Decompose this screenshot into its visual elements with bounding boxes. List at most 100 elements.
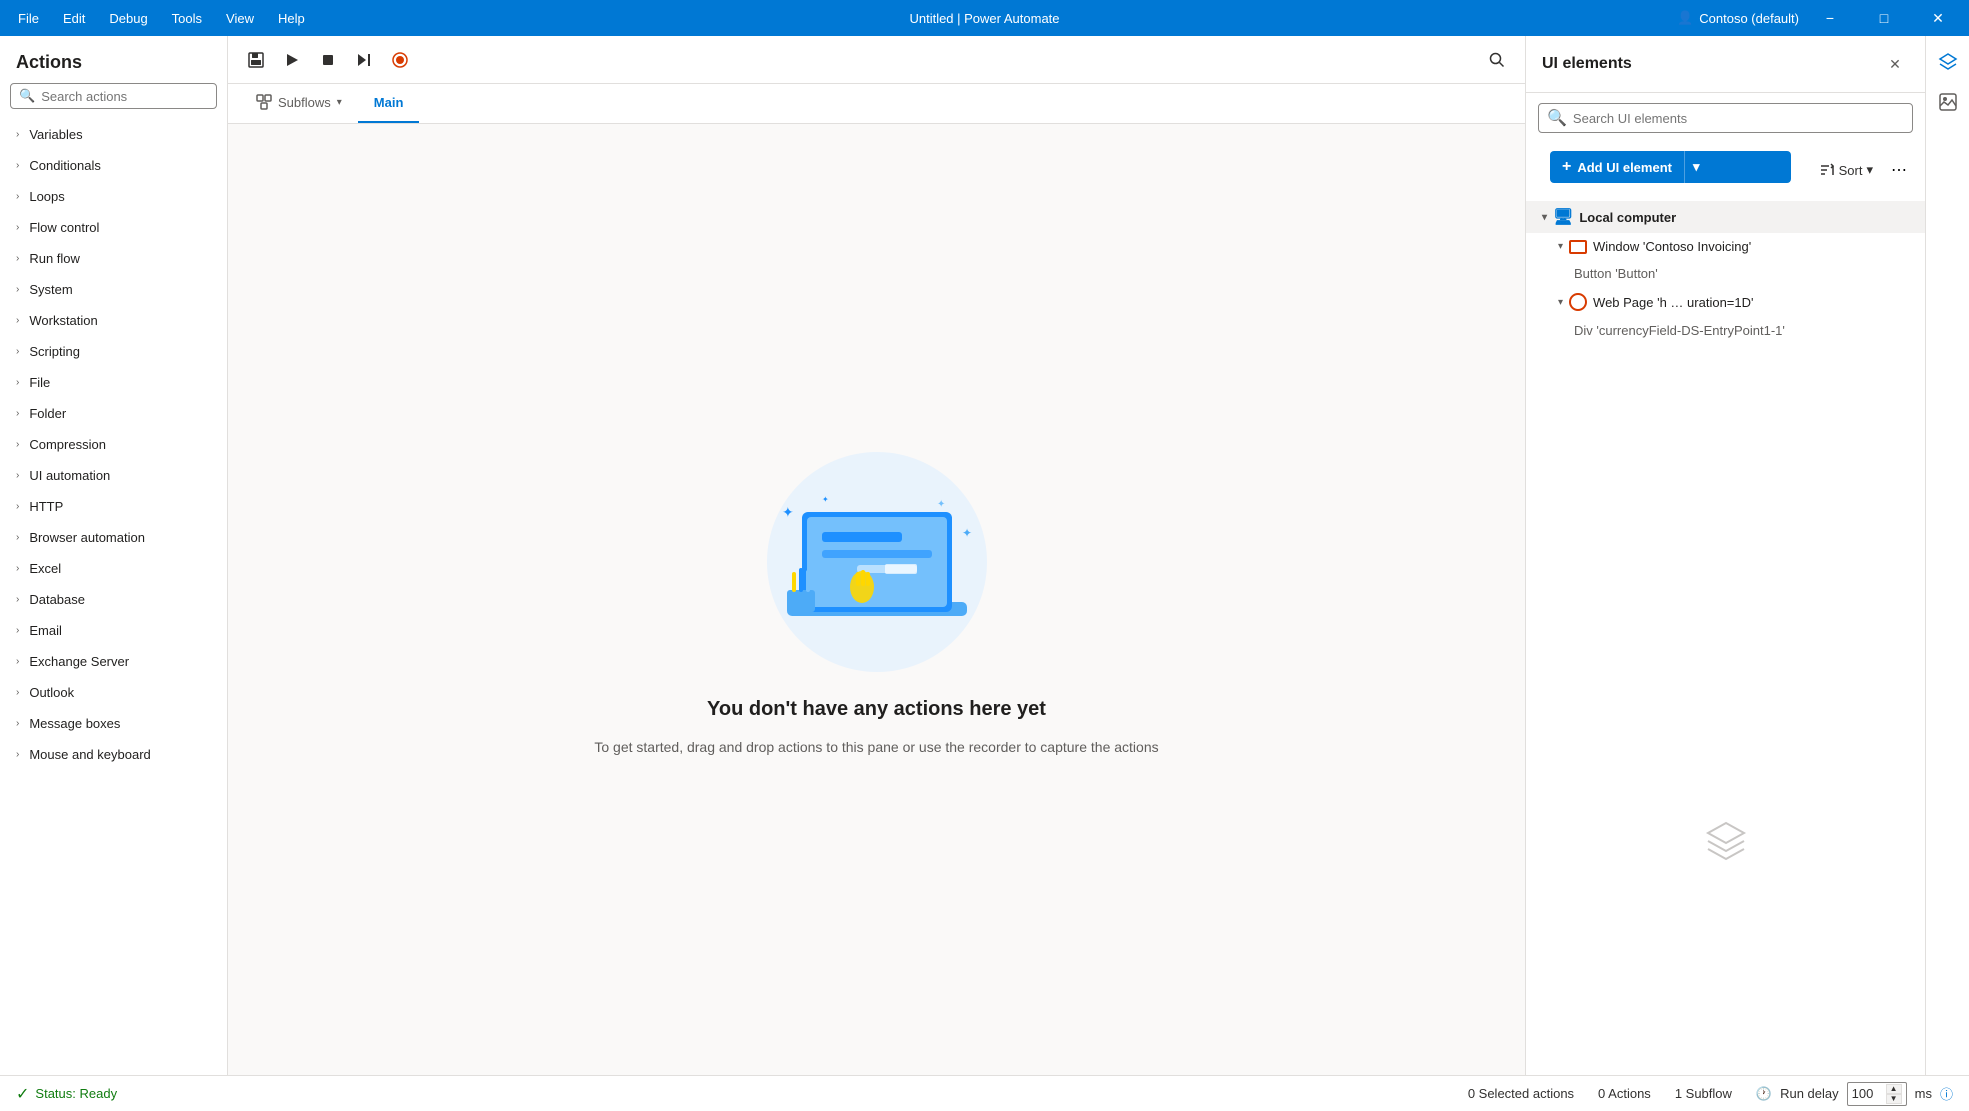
run-button[interactable] [276,44,308,76]
tree-item-button[interactable]: Button 'Button' [1526,260,1925,287]
action-item-loops[interactable]: › Loops [0,181,227,212]
account-info[interactable]: 👤 Contoso (default) [1677,10,1799,26]
action-item-variables[interactable]: › Variables [0,119,227,150]
chevron-right-icon: › [16,253,19,264]
panel-close-button[interactable]: ✕ [1881,50,1909,78]
tab-main[interactable]: Main [358,83,420,123]
menu-file[interactable]: File [8,7,49,30]
action-item-compression[interactable]: › Compression [0,429,227,460]
titlebar-right: 👤 Contoso (default) − □ ✕ [1677,0,1961,36]
action-item-email[interactable]: › Email [0,615,227,646]
ui-elements-search-box[interactable]: 🔍 [1538,103,1913,133]
chevron-right-icon: › [16,625,19,636]
tab-subflows[interactable]: Subflows ▾ [240,83,358,123]
next-button[interactable] [348,44,380,76]
save-button[interactable] [240,44,272,76]
spinner-buttons: ▲ ▼ [1886,1084,1902,1104]
spinner-up-button[interactable]: ▲ [1886,1084,1902,1094]
add-btn-chevron-icon[interactable]: ▾ [1685,151,1708,183]
action-item-browser-automation[interactable]: › Browser automation [0,522,227,553]
chevron-right-icon: › [16,718,19,729]
action-item-exchange[interactable]: › Exchange Server [0,646,227,677]
search-input[interactable] [41,89,208,104]
local-computer-label: Local computer [1579,210,1676,225]
close-button[interactable]: ✕ [1915,0,1961,36]
action-item-workstation[interactable]: › Workstation [0,305,227,336]
action-item-conditionals[interactable]: › Conditionals [0,150,227,181]
action-item-mouse-keyboard[interactable]: › Mouse and keyboard [0,739,227,770]
empty-layers-area [1526,602,1925,1075]
action-item-file[interactable]: › File [0,367,227,398]
action-item-excel[interactable]: › Excel [0,553,227,584]
window-title: Untitled | Power Automate [909,11,1059,26]
tree-item-window[interactable]: ▾ Window 'Contoso Invoicing' [1526,233,1925,260]
search-box[interactable]: 🔍 [10,83,217,109]
side-icon-ui-elements[interactable] [1930,44,1966,80]
tree-item-div[interactable]: Div 'currencyField-DS-EntryPoint1-1' [1526,317,1925,344]
action-item-http[interactable]: › HTTP [0,491,227,522]
collapse-icon: ▾ [1542,212,1547,223]
action-item-flow-control[interactable]: › Flow control [0,212,227,243]
more-options-button[interactable]: ⋯ [1885,156,1913,184]
action-item-outlook[interactable]: › Outlook [0,677,227,708]
side-icon-rail [1925,36,1969,1075]
spinner-down-button[interactable]: ▼ [1886,1094,1902,1104]
record-button[interactable] [384,44,416,76]
search-icon: 🔍 [1547,108,1567,128]
action-label: Email [29,623,62,638]
ui-elements-tree: ▾ 🖥 Local computer ▾ Window 'Contoso Inv… [1526,201,1925,602]
action-label: Scripting [29,344,80,359]
menu-tools[interactable]: Tools [162,7,212,30]
side-icon-images[interactable] [1930,84,1966,120]
ui-elements-search-input[interactable] [1573,111,1904,126]
run-delay-input[interactable]: 100 ▲ ▼ [1847,1082,1907,1106]
sort-button[interactable]: Sort ▾ [1811,158,1881,182]
account-icon: 👤 [1677,10,1693,26]
menu-debug[interactable]: Debug [99,7,157,30]
webpage-label: Web Page 'h … uration=1D' [1593,295,1753,310]
action-label: Variables [29,127,82,142]
action-item-ui-automation[interactable]: › UI automation [0,460,227,491]
chevron-right-icon: › [16,315,19,326]
action-label: Outlook [29,685,74,700]
tabs-bar: Subflows ▾ Main [228,84,1525,124]
chevron-right-icon: › [16,501,19,512]
action-item-folder[interactable]: › Folder [0,398,227,429]
empty-state-subtitle: To get started, drag and drop actions to… [594,737,1158,758]
chevron-right-icon: › [16,160,19,171]
action-item-message-boxes[interactable]: › Message boxes [0,708,227,739]
add-ui-element-area: + Add UI element ▾ Sort ▾ [1526,143,1925,201]
maximize-button[interactable]: □ [1861,0,1907,36]
run-delay-value: 100 [1852,1086,1874,1101]
chevron-right-icon: › [16,470,19,481]
menu-help[interactable]: Help [268,7,315,30]
stop-button[interactable] [312,44,344,76]
add-ui-element-main[interactable]: + Add UI element [1550,151,1684,183]
ui-elements-panel: UI elements ✕ 🔍 + Add UI element ▾ [1525,36,1925,1075]
menu-edit[interactable]: Edit [53,7,95,30]
tree-item-local-computer[interactable]: ▾ 🖥 Local computer [1526,201,1925,233]
action-label: HTTP [29,499,63,514]
collapse-icon: ▾ [1558,297,1563,308]
action-item-scripting[interactable]: › Scripting [0,336,227,367]
chevron-right-icon: › [16,191,19,202]
clock-icon: 🕐 [1756,1086,1772,1102]
canvas-search-button[interactable] [1481,44,1513,76]
info-icon[interactable]: ⓘ [1940,1084,1953,1103]
action-item-database[interactable]: › Database [0,584,227,615]
chevron-right-icon: › [16,749,19,760]
minimize-button[interactable]: − [1807,0,1853,36]
action-item-run-flow[interactable]: › Run flow [0,243,227,274]
chevron-right-icon: › [16,284,19,295]
add-ui-element-button[interactable]: + Add UI element ▾ [1550,151,1791,183]
menu-view[interactable]: View [216,7,264,30]
div-element-label: Div 'currencyField-DS-EntryPoint1-1' [1574,323,1785,338]
chevron-right-icon: › [16,687,19,698]
action-item-system[interactable]: › System [0,274,227,305]
sort-label: Sort [1839,163,1863,178]
window-icon [1569,240,1587,254]
panel-header: UI elements ✕ [1526,36,1925,93]
status-label: Status: Ready [35,1086,117,1101]
tree-item-webpage[interactable]: ▾ Web Page 'h … uration=1D' [1526,287,1925,317]
action-label: Browser automation [29,530,145,545]
